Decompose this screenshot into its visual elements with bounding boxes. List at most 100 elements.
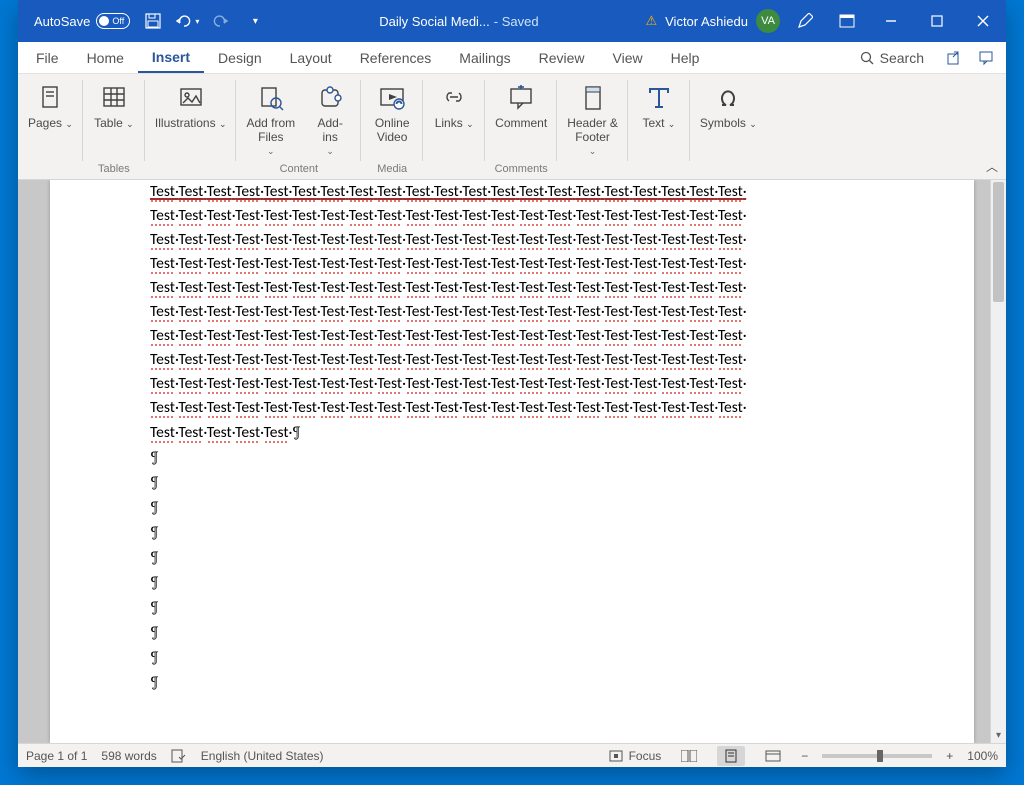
customize-qat-button[interactable]: ▾: [238, 0, 272, 42]
window-controls: [868, 0, 1006, 42]
add-from-files-icon: [255, 82, 287, 114]
table-icon: [98, 82, 130, 114]
illustrations-icon: [175, 82, 207, 114]
saved-status: - Saved: [494, 14, 539, 29]
zoom-handle[interactable]: [877, 750, 883, 762]
autosave-state: Off: [112, 16, 124, 26]
comment-icon: [505, 82, 537, 114]
page[interactable]: Test·Test·Test·Test·Test·Test·Test·Test·…: [50, 180, 974, 743]
minimize-button[interactable]: [868, 0, 914, 42]
tab-design[interactable]: Design: [204, 42, 276, 73]
chevron-down-icon: ⌄: [267, 146, 275, 157]
online-video-icon: [376, 82, 408, 114]
paragraph-mark: ¶: [150, 520, 874, 545]
comments-button[interactable]: [970, 42, 1002, 74]
search-label: Search: [880, 50, 924, 66]
ribbon-pages-button[interactable]: Pages ⌄: [22, 78, 79, 162]
add-ins-icon: [314, 82, 346, 114]
zoom-out-button[interactable]: −: [801, 749, 808, 763]
tab-view[interactable]: View: [599, 42, 657, 73]
zoom-in-button[interactable]: +: [946, 749, 953, 763]
menu-tabs: FileHomeInsertDesignLayoutReferencesMail…: [18, 42, 1006, 74]
paragraph-mark: ¶: [150, 545, 874, 570]
ribbon-text-button[interactable]: Text ⌄: [632, 78, 686, 162]
page-indicator[interactable]: Page 1 of 1: [26, 749, 87, 763]
paragraph-mark: ¶: [150, 495, 874, 520]
maximize-button[interactable]: [914, 0, 960, 42]
ribbon-display-button[interactable]: [830, 0, 864, 42]
ribbon-group: Links ⌄: [423, 74, 485, 179]
group-label: [632, 163, 686, 179]
print-layout-button[interactable]: [717, 746, 745, 766]
ribbon-illustrations-button[interactable]: Illustrations ⌄: [149, 78, 233, 162]
text-icon: [643, 82, 675, 114]
autosave-switch[interactable]: Off: [96, 13, 130, 29]
scrollbar[interactable]: ▾: [990, 180, 1006, 743]
tab-review[interactable]: Review: [525, 42, 599, 73]
search-box[interactable]: Search: [846, 42, 938, 73]
group-label: [149, 163, 233, 179]
ribbon-group: Text ⌄: [628, 74, 690, 179]
text-line: Test·Test·Test·Test·Test·Test·Test·Test·…: [150, 396, 874, 420]
ribbon-symbols-button[interactable]: Symbols ⌄: [694, 78, 763, 162]
autosave-toggle[interactable]: AutoSave Off: [28, 13, 136, 29]
scrollbar-thumb[interactable]: [993, 182, 1004, 302]
undo-button[interactable]: ▾: [170, 0, 204, 42]
read-mode-button[interactable]: [675, 746, 703, 766]
tab-mailings[interactable]: Mailings: [445, 42, 524, 73]
ribbon-group: Illustrations ⌄: [145, 74, 237, 179]
redo-button[interactable]: [204, 0, 238, 42]
ribbon-add-from-files-button[interactable]: Add fromFiles⌄: [240, 78, 301, 162]
ribbon-links-button[interactable]: Links ⌄: [427, 78, 481, 162]
chevron-down-icon: ⌄: [589, 146, 597, 157]
autosave-label: AutoSave: [34, 14, 90, 29]
tab-file[interactable]: File: [22, 42, 73, 73]
paragraph-mark: ¶: [150, 645, 874, 670]
ribbon-header-footer-button[interactable]: Header &Footer⌄: [561, 78, 624, 162]
text-line: Test·Test·Test·Test·Test·¶: [150, 420, 874, 445]
focus-button[interactable]: Focus: [609, 749, 662, 763]
header-footer-icon: [577, 82, 609, 114]
group-label: Tables: [87, 163, 141, 179]
text-line: Test·Test·Test·Test·Test·Test·Test·Test·…: [150, 300, 874, 324]
ribbon-table-button[interactable]: Table ⌄: [87, 78, 141, 162]
document-title: Daily Social Medi... - Saved: [272, 14, 645, 29]
ribbon-group: Pages ⌄: [18, 74, 83, 179]
collapse-ribbon-button[interactable]: ︿: [986, 158, 998, 175]
language-indicator[interactable]: English (United States): [201, 749, 324, 763]
scrollbar-down[interactable]: ▾: [991, 727, 1006, 743]
tab-home[interactable]: Home: [73, 42, 138, 73]
tab-references[interactable]: References: [346, 42, 446, 73]
close-button[interactable]: [960, 0, 1006, 42]
pages-icon: [34, 82, 66, 114]
paragraph-mark: ¶: [150, 470, 874, 495]
group-label: Comments: [489, 163, 553, 179]
statusbar: Page 1 of 1 598 words English (United St…: [18, 743, 1006, 767]
paragraph-mark: ¶: [150, 620, 874, 645]
share-button[interactable]: [938, 42, 970, 74]
tab-layout[interactable]: Layout: [276, 42, 346, 73]
text-line: Test·Test·Test·Test·Test·Test·Test·Test·…: [150, 228, 874, 252]
ribbon-group: Table ⌄Tables: [83, 74, 145, 179]
ribbon-group: OnlineVideoMedia: [361, 74, 423, 179]
zoom-slider[interactable]: [822, 754, 932, 758]
text-line: Test·Test·Test·Test·Test·Test·Test·Test·…: [150, 204, 874, 228]
tab-help[interactable]: Help: [657, 42, 714, 73]
group-label: [22, 163, 79, 179]
ribbon: Pages ⌄Table ⌄TablesIllustrations ⌄Add f…: [18, 74, 1006, 180]
ribbon-group: CommentComments: [485, 74, 557, 179]
pen-button[interactable]: [788, 0, 822, 42]
word-count[interactable]: 598 words: [101, 749, 156, 763]
tab-insert[interactable]: Insert: [138, 42, 204, 73]
spellcheck-button[interactable]: [171, 749, 187, 763]
ribbon-online-video-button[interactable]: OnlineVideo: [365, 78, 419, 162]
save-button[interactable]: [136, 0, 170, 42]
links-icon: [438, 82, 470, 114]
ribbon-comment-button[interactable]: Comment: [489, 78, 553, 162]
web-layout-button[interactable]: [759, 746, 787, 766]
paragraph-mark: ¶: [150, 570, 874, 595]
zoom-level[interactable]: 100%: [967, 749, 998, 763]
titlebar: AutoSave Off ▾ ▾ Daily Social Medi... - …: [18, 0, 1006, 42]
avatar[interactable]: VA: [756, 9, 780, 33]
ribbon-add-ins-button[interactable]: Add-ins⌄: [303, 78, 357, 162]
